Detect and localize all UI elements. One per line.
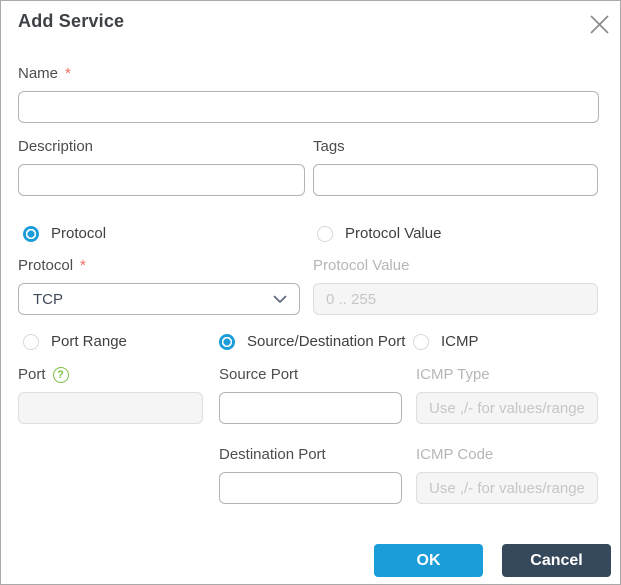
tags-field-group: Tags <box>313 138 598 196</box>
icmp-type-field-group: ICMP Type <box>416 366 598 424</box>
description-input[interactable] <box>18 164 305 196</box>
name-label: Name * <box>18 65 71 82</box>
name-field-group: Name * <box>18 65 599 123</box>
icmp-code-label: ICMP Code <box>416 446 494 463</box>
tags-input[interactable] <box>313 164 598 196</box>
required-asterisk: * <box>80 257 86 274</box>
destination-port-field-group: Destination Port <box>219 446 402 504</box>
source-port-field-group: Source Port <box>219 366 402 424</box>
protocol-value-input <box>313 283 598 315</box>
protocol-value-field-group: Protocol Value <box>313 257 598 315</box>
port-range-radio-label: Port Range <box>51 333 127 350</box>
page-title: Add Service <box>18 11 125 31</box>
cancel-button[interactable]: Cancel <box>502 544 611 577</box>
protocol-field-group: Protocol * TCP <box>18 257 300 315</box>
protocol-label: Protocol * <box>18 257 86 274</box>
chevron-down-icon <box>273 295 287 303</box>
description-field-group: Description <box>18 138 305 196</box>
help-icon[interactable]: ? <box>52 367 69 383</box>
ok-button[interactable]: OK <box>374 544 483 577</box>
radio-button-icon <box>219 333 235 350</box>
destination-port-label: Destination Port <box>219 446 326 463</box>
port-range-radio[interactable]: Port Range <box>23 333 127 350</box>
protocol-value-label: Protocol Value <box>313 257 410 274</box>
source-port-label: Source Port <box>219 366 299 383</box>
radio-button-icon <box>23 333 39 350</box>
icmp-code-input <box>416 472 598 504</box>
close-icon[interactable] <box>586 11 612 37</box>
tags-label: Tags <box>313 138 345 155</box>
description-label: Description <box>18 138 94 155</box>
destination-port-input[interactable] <box>219 472 402 504</box>
protocol-value-radio[interactable]: Protocol Value <box>317 225 441 242</box>
protocol-value-radio-label: Protocol Value <box>345 225 442 242</box>
icmp-radio[interactable]: ICMP <box>413 333 479 350</box>
port-field-group: Port ? <box>18 366 203 424</box>
protocol-radio-label: Protocol <box>51 225 107 242</box>
radio-button-icon <box>23 225 39 242</box>
protocol-select-value: TCP <box>33 290 63 308</box>
icmp-code-field-group: ICMP Code <box>416 446 598 504</box>
protocol-radio[interactable]: Protocol <box>23 225 106 242</box>
protocol-select[interactable]: TCP <box>18 283 300 315</box>
name-input[interactable] <box>18 91 599 123</box>
required-asterisk: * <box>65 65 71 82</box>
source-destination-port-radio-label: Source/Destination Port <box>247 333 406 350</box>
radio-button-icon <box>413 333 429 350</box>
port-label: Port ? <box>18 366 203 384</box>
source-port-input[interactable] <box>219 392 402 424</box>
source-destination-port-radio[interactable]: Source/Destination Port <box>219 333 405 350</box>
icmp-type-input <box>416 392 598 424</box>
icmp-type-label: ICMP Type <box>416 366 490 383</box>
port-input <box>18 392 203 424</box>
add-service-dialog: Add Service Name * Description Tags Prot… <box>0 0 621 585</box>
icmp-radio-label: ICMP <box>441 333 479 350</box>
radio-button-icon <box>317 225 333 242</box>
